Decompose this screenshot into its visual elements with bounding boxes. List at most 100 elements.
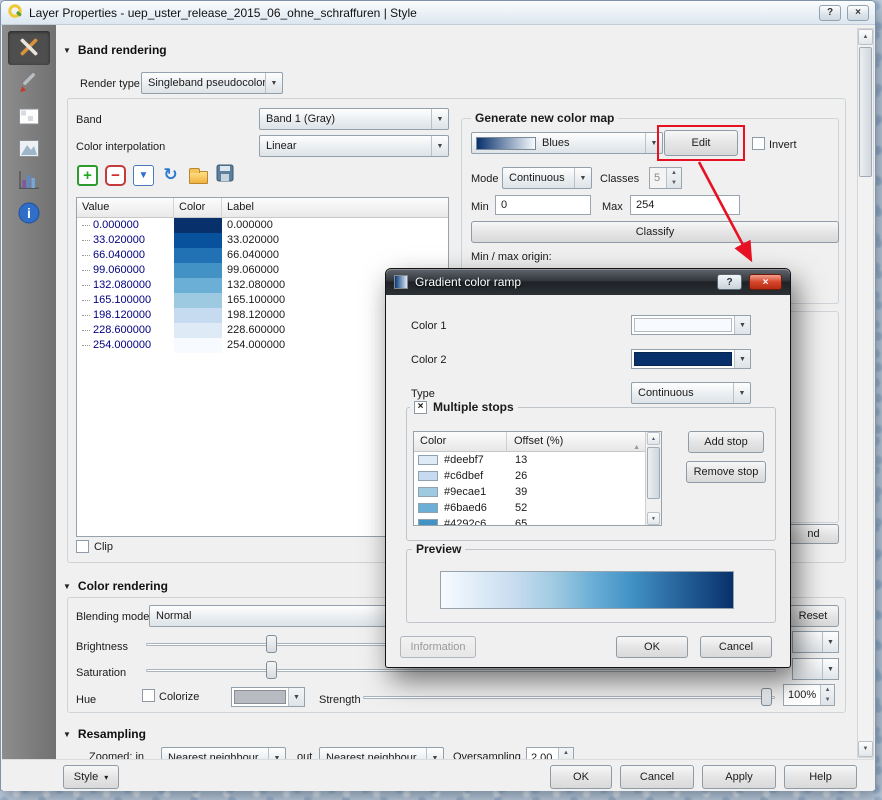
window-titlebar[interactable]: Layer Properties - uep_uster_release_201… (1, 1, 875, 25)
stop-row[interactable]: #4292c6 65 (414, 516, 645, 525)
stops-offset-header[interactable]: Offset (%) ▲ (507, 432, 645, 451)
scrollbar-thumb[interactable] (647, 447, 660, 499)
invert-label: Invert (769, 139, 797, 151)
invert-checkbox[interactable] (752, 137, 765, 150)
reset-button[interactable]: Reset (787, 605, 839, 627)
zoomed-out-combo[interactable]: Nearest neighbour ▼ (319, 747, 444, 759)
min-input[interactable]: 0 (495, 195, 591, 215)
max-input[interactable]: 254 (630, 195, 740, 215)
close-titlebar-button[interactable]: × (847, 5, 869, 21)
sidebar-item-general[interactable] (8, 31, 50, 65)
value-column-header[interactable]: Value (77, 198, 174, 217)
slider-handle[interactable] (266, 661, 277, 679)
help-titlebar-button[interactable]: ? (819, 5, 841, 21)
generate-color-map-title: Generate new color map (471, 111, 618, 125)
color-swatch (174, 293, 222, 308)
chevron-down-icon: ▼ (734, 316, 750, 334)
stop-row[interactable]: #c6dbef 26 (414, 468, 645, 484)
stop-row[interactable]: #6baed6 52 (414, 500, 645, 516)
clip-checkbox[interactable] (76, 540, 89, 553)
mode-label: Mode (471, 173, 499, 185)
qgis-logo-icon (7, 3, 23, 22)
cancel-button[interactable]: Cancel (620, 765, 694, 789)
stop-color-swatch (418, 503, 438, 513)
multiple-stops-checkbox[interactable]: × (414, 401, 427, 414)
oversampling-spinner[interactable]: 2.00 ▲▼ (526, 747, 574, 759)
color-interpolation-combo[interactable]: Linear ▼ (259, 135, 449, 157)
properties-sidebar: i (2, 25, 56, 791)
sidebar-item-metadata[interactable]: i (8, 197, 50, 231)
collapse-arrow-icon: ▼ (63, 730, 71, 739)
save-color-map-button[interactable] (213, 163, 236, 186)
stop-color-swatch (418, 455, 438, 465)
scroll-up-button[interactable]: ▲ (647, 432, 660, 445)
scroll-down-button[interactable]: ▼ (647, 512, 660, 525)
zoomed-in-combo[interactable]: Nearest neighbour ▼ (161, 747, 286, 759)
color2-picker[interactable]: ▼ (631, 349, 751, 369)
partial-load-button[interactable]: nd (788, 524, 839, 544)
scroll-up-button[interactable]: ▲ (858, 29, 873, 45)
gradient-ramp-icon (394, 275, 408, 289)
classify-button[interactable]: Classify (471, 221, 839, 243)
sidebar-item-transparency[interactable] (8, 101, 50, 135)
ramp-preview-swatch (476, 137, 536, 150)
color-swatch (174, 278, 222, 293)
resampling-header[interactable]: ▼ Resampling (63, 727, 146, 741)
stops-color-header[interactable]: Color (414, 432, 507, 451)
chevron-down-icon: ▼ (822, 632, 838, 652)
color-ramp-combo[interactable]: Blues ▼ (471, 132, 663, 154)
band-label: Band (76, 114, 102, 126)
band-rendering-header[interactable]: ▼ Band rendering (63, 43, 167, 57)
color1-picker[interactable]: ▼ (631, 315, 751, 335)
scrollbar-thumb[interactable] (859, 47, 872, 177)
information-button[interactable]: Information (400, 636, 476, 658)
partial-spinbox[interactable]: ▼ (792, 631, 839, 653)
refresh-button[interactable]: ↻ (159, 163, 182, 186)
dialog-cancel-button[interactable]: Cancel (700, 636, 772, 658)
style-menu-button[interactable]: Style ▾ (63, 765, 119, 789)
remove-entry-button[interactable]: − (104, 164, 127, 187)
collapse-arrow-icon: ▼ (63, 582, 71, 591)
scroll-down-button[interactable]: ▼ (858, 741, 873, 757)
dialog-ok-button[interactable]: OK (616, 636, 688, 658)
label-column-header[interactable]: Label (222, 198, 448, 217)
down-triangle-icon: ▼ (133, 165, 154, 186)
vertical-scrollbar[interactable]: ▲ ▼ (857, 28, 874, 758)
sidebar-item-histogram[interactable] (8, 164, 50, 198)
refresh-icon: ↻ (163, 165, 177, 185)
apply-button[interactable]: Apply (702, 765, 776, 789)
dialog-help-button[interactable]: ? (717, 274, 742, 290)
sidebar-item-style[interactable] (8, 67, 50, 101)
partial-spinbox[interactable]: ▼ (792, 658, 839, 680)
classes-spinner[interactable]: 5 ▲▼ (649, 167, 682, 189)
dialog-titlebar[interactable]: Gradient color ramp ? × (386, 269, 790, 295)
add-stop-button[interactable]: Add stop (688, 431, 764, 453)
stops-scrollbar[interactable]: ▲ ▼ (645, 432, 661, 525)
remove-stop-button[interactable]: Remove stop (686, 461, 766, 483)
spin-up-icon: ▲ (821, 685, 834, 695)
color-column-header[interactable]: Color (174, 198, 222, 217)
color-swatch (174, 218, 222, 233)
stop-row[interactable]: #deebf7 13 (414, 452, 645, 468)
mode-combo[interactable]: Continuous ▼ (502, 167, 592, 189)
type-combo[interactable]: Continuous ▼ (631, 382, 751, 404)
slider-handle[interactable] (266, 635, 277, 653)
band-combo[interactable]: Band 1 (Gray) ▼ (259, 108, 449, 130)
render-type-combo[interactable]: Singleband pseudocolor ▼ (141, 72, 283, 94)
spin-down-icon: ▼ (667, 178, 681, 188)
table-row[interactable]: 0.000000 0.000000 (77, 218, 448, 233)
load-color-map-button[interactable] (187, 164, 210, 187)
sort-entries-button[interactable]: ▼ (132, 164, 155, 187)
dialog-close-button[interactable]: × (749, 274, 782, 290)
color-swatch (174, 323, 222, 338)
ok-button[interactable]: OK (550, 765, 612, 789)
sidebar-item-pyramids[interactable] (8, 133, 50, 167)
spin-up-icon: ▲ (559, 748, 573, 758)
help-button[interactable]: Help (784, 765, 857, 789)
add-entry-button[interactable]: + (76, 164, 99, 187)
table-row[interactable]: 33.020000 33.020000 (77, 233, 448, 248)
stop-row[interactable]: #9ecae1 39 (414, 484, 645, 500)
table-row[interactable]: 66.040000 66.040000 (77, 248, 448, 263)
color-rendering-header[interactable]: ▼ Color rendering (63, 579, 168, 593)
chevron-down-icon: ▼ (733, 383, 750, 403)
